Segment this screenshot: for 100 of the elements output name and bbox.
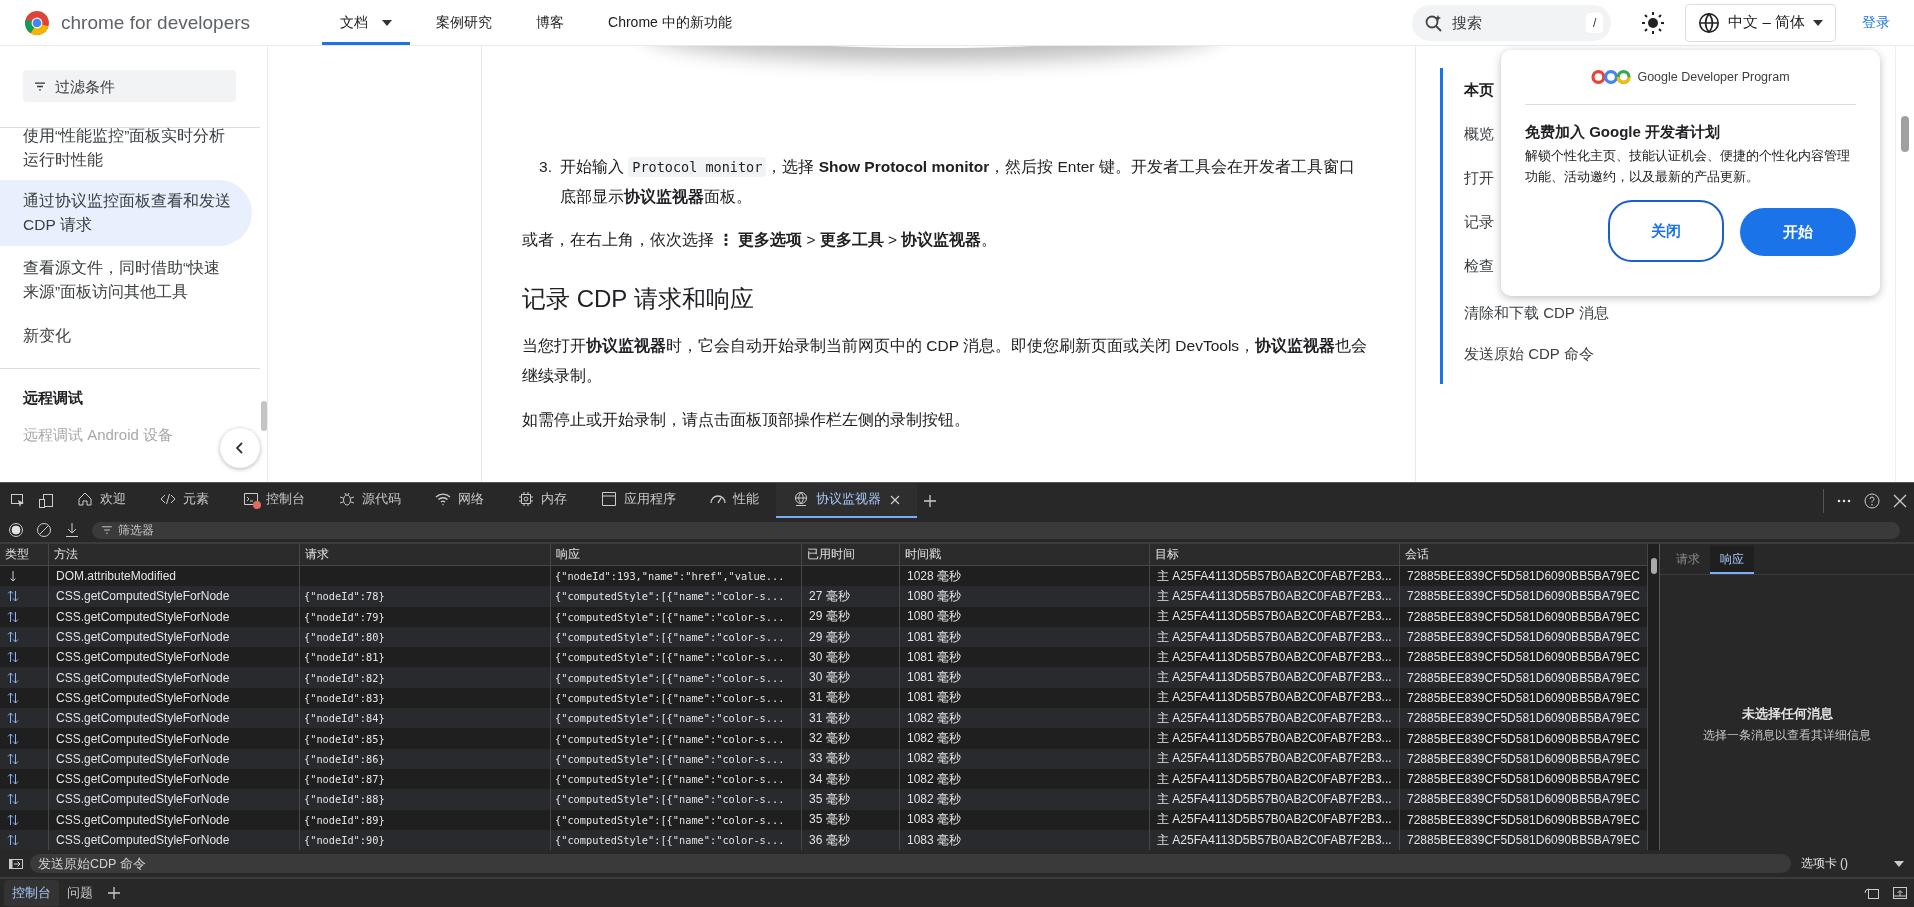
devtools-tab[interactable]: 协议监视器 bbox=[776, 483, 917, 518]
sidebar-item[interactable]: 新变化 bbox=[0, 324, 252, 348]
device-icon[interactable] bbox=[38, 492, 54, 509]
column-header[interactable]: 已用时间 bbox=[802, 544, 900, 565]
table-cell: {"computedStyle":[{"name":"color-s... bbox=[555, 590, 785, 603]
table-cell: 35 毫秒 bbox=[809, 790, 850, 808]
devtools-tab[interactable]: 内存 bbox=[501, 483, 584, 518]
scrollbar-thumb[interactable] bbox=[261, 401, 267, 431]
sidebar-item[interactable]: 通过协议监控面板查看和发送 CDP 请求 bbox=[0, 180, 252, 246]
table-cell: 72885BEE839CF5D581D6090BB5BA79EC bbox=[1407, 812, 1640, 827]
sign-in-link[interactable]: 登录 bbox=[1862, 13, 1890, 32]
up-down-arrows-icon bbox=[7, 752, 19, 765]
up-down-arrows-icon bbox=[7, 590, 19, 603]
sidebar-item[interactable]: 使用“性能监控”面板实时分析运行时性能 bbox=[0, 124, 252, 180]
command-field[interactable]: 发送原始CDP 命令 bbox=[30, 854, 1791, 873]
table-cell: 1080 毫秒 bbox=[907, 608, 962, 626]
table-cell: CSS.getComputedStyleForNode bbox=[56, 630, 230, 645]
column-header[interactable]: 类型 bbox=[0, 544, 49, 565]
site-name[interactable]: chrome for developers bbox=[61, 11, 251, 34]
devtools-tab[interactable]: 网络 bbox=[418, 483, 501, 518]
column-header[interactable]: 响应 bbox=[551, 544, 802, 565]
column-header[interactable]: 时间戳 bbox=[900, 544, 1150, 565]
table-cell: 72885BEE839CF5D581D6090BB5BA79EC bbox=[1407, 589, 1640, 604]
up-down-arrows-icon bbox=[7, 691, 19, 704]
column-header[interactable]: 请求 bbox=[300, 544, 551, 565]
devtools-tab[interactable]: 性能 bbox=[693, 483, 776, 518]
table-cell: {"nodeId":89} bbox=[304, 813, 385, 826]
table-cell: {"nodeId":82} bbox=[304, 671, 385, 684]
detail-tab[interactable]: 响应 bbox=[1710, 546, 1754, 574]
table-cell: 33 毫秒 bbox=[809, 750, 850, 768]
table-cell: {"computedStyle":[{"name":"color-s... bbox=[555, 712, 785, 725]
nav-tab[interactable]: 博客 bbox=[518, 0, 583, 45]
paragraph: 当您打开协议监视器时，它会自动开始录制当前网页中的 CDP 消息。即使您刷新页面或关闭 DevTools，协议监视器也会继续录制。 bbox=[522, 336, 1369, 386]
table-cell: {"nodeId":87} bbox=[304, 773, 385, 786]
table-cell: 主 A25FA4113D5B57B0AB2C0FAB7F2B3... bbox=[1157, 790, 1392, 808]
undock-icon[interactable] bbox=[1864, 885, 1880, 901]
language-button[interactable]: 中文 – 简体 bbox=[1685, 3, 1836, 42]
devtools-tab[interactable]: 元素 bbox=[143, 483, 226, 518]
dock-icon[interactable] bbox=[1892, 885, 1908, 901]
up-down-arrows-icon bbox=[7, 671, 19, 684]
table-cell: 主 A25FA4113D5B57B0AB2C0FAB7F2B3... bbox=[1157, 628, 1392, 646]
up-down-arrows-icon bbox=[7, 834, 19, 846]
table-cell: 1080 毫秒 bbox=[907, 587, 962, 605]
console-icon bbox=[243, 490, 261, 509]
chrome-logo-icon[interactable] bbox=[24, 9, 50, 36]
add-tab-icon[interactable] bbox=[923, 493, 937, 508]
nav-tab[interactable]: 文档 bbox=[322, 0, 411, 45]
record-icon[interactable] bbox=[8, 522, 24, 538]
table-cell: 主 A25FA4113D5B57B0AB2C0FAB7F2B3... bbox=[1157, 608, 1392, 626]
table-cell: 72885BEE839CF5D581D6090BB5BA79EC bbox=[1407, 772, 1640, 787]
table-cell: {"nodeId":78} bbox=[304, 590, 385, 603]
target-selector[interactable]: 选项卡 () bbox=[1800, 855, 1848, 872]
table-cell: 27 毫秒 bbox=[809, 587, 850, 605]
filter-field[interactable]: 筛选器 bbox=[92, 521, 1900, 539]
up-down-arrows-icon bbox=[7, 631, 19, 644]
clear-icon[interactable] bbox=[36, 522, 52, 538]
table-cell: 1081 毫秒 bbox=[907, 689, 962, 707]
table-cell: {"nodeId":193,"name":"href","value... bbox=[555, 570, 785, 583]
devtools-tab[interactable]: 源代码 bbox=[322, 483, 418, 518]
nav-tab[interactable]: Chrome 中的新功能 bbox=[590, 0, 750, 45]
drawer-tab[interactable]: 控制台 bbox=[4, 880, 59, 906]
close-button[interactable]: 关闭 bbox=[1608, 200, 1724, 262]
table-cell: 1081 毫秒 bbox=[907, 669, 962, 687]
table-cell: {"nodeId":88} bbox=[304, 793, 385, 806]
table-cell: CSS.getComputedStyleForNode bbox=[56, 589, 230, 604]
sidebar-item[interactable]: 查看源文件，同时借助“快速来源”面板访问其他工具 bbox=[0, 256, 252, 304]
drawer-tab[interactable]: 问题 bbox=[59, 880, 101, 906]
column-header[interactable]: 目标 bbox=[1150, 544, 1400, 565]
table-cell: {"computedStyle":[{"name":"color-s... bbox=[555, 671, 785, 684]
table-cell: 34 毫秒 bbox=[809, 770, 850, 788]
table-cell: 29 毫秒 bbox=[809, 628, 850, 646]
close-icon[interactable] bbox=[890, 494, 900, 505]
sun-icon[interactable] bbox=[1641, 10, 1666, 35]
table-cell: {"nodeId":84} bbox=[304, 712, 385, 725]
table-cell: 1082 毫秒 bbox=[907, 730, 962, 747]
filter-field[interactable]: 过滤条件 bbox=[23, 70, 236, 102]
caret-icon[interactable] bbox=[1894, 860, 1904, 867]
table-cell: 主 A25FA4113D5B57B0AB2C0FAB7F2B3... bbox=[1157, 567, 1392, 585]
devtools-tab[interactable]: 控制台 bbox=[226, 483, 322, 518]
download-icon[interactable] bbox=[64, 522, 80, 538]
help-icon[interactable] bbox=[1864, 492, 1880, 509]
start-button[interactable]: 开始 bbox=[1740, 208, 1856, 256]
step-text: 开始输入 Protocol monitor ，选择 Show Protocol monitor，然后按 Enter 键。开发者工具会在开发者工具窗口底部显示协议监视器面板。 bbox=[560, 156, 1356, 207]
devtools-tab[interactable]: 应用程序 bbox=[584, 483, 693, 518]
add-tab-icon[interactable] bbox=[107, 886, 121, 900]
table-cell: {"computedStyle":[{"name":"color-s... bbox=[555, 651, 785, 664]
column-header[interactable]: 方法 bbox=[49, 544, 300, 565]
devtools-tab[interactable]: 欢迎 bbox=[60, 483, 143, 518]
table-cell: 31 毫秒 bbox=[809, 689, 850, 707]
table-cell: 主 A25FA4113D5B57B0AB2C0FAB7F2B3... bbox=[1157, 689, 1392, 707]
close-icon[interactable] bbox=[1892, 492, 1908, 509]
table-cell: 72885BEE839CF5D581D6090BB5BA79EC bbox=[1407, 670, 1640, 685]
table-cell: {"nodeId":85} bbox=[304, 732, 385, 745]
up-down-arrows-icon bbox=[7, 610, 19, 623]
table-cell: 1082 毫秒 bbox=[907, 770, 962, 788]
detail-tab[interactable]: 请求 bbox=[1666, 546, 1710, 574]
scrollbar[interactable] bbox=[1648, 544, 1660, 850]
table-cell: {"computedStyle":[{"name":"color-s... bbox=[555, 813, 785, 826]
nav-tab[interactable]: 案例研究 bbox=[418, 0, 511, 45]
dialog-text: 解锁个性化主页、技能认证机会、便捷的个性化内容管理功能、活动邀约，以及最新的产品更新。 bbox=[1525, 148, 1851, 186]
